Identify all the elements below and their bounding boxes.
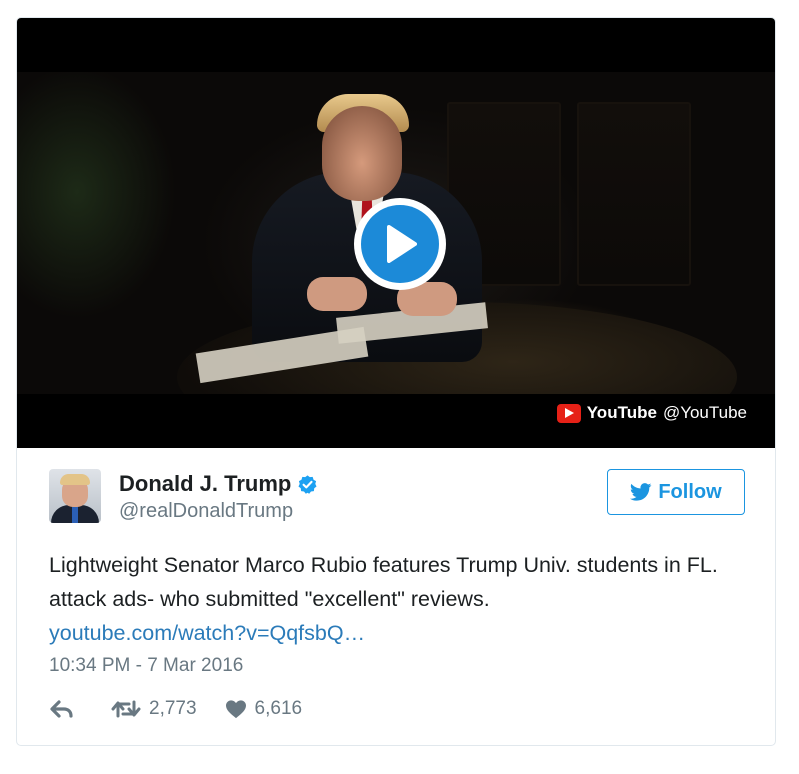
attribution-handle: @YouTube xyxy=(662,403,747,422)
author-display-name[interactable]: Donald J. Trump xyxy=(119,469,318,499)
thumbnail-plant xyxy=(17,72,217,394)
thumbnail-wall-panel xyxy=(577,102,691,286)
tweet-link[interactable]: youtube.com/watch?v=QqfsbQ… xyxy=(49,616,759,650)
author-names: Donald J. Trump @realDonaldTrump xyxy=(119,469,318,523)
tweet-timestamp[interactable]: 10:34 PM - 7 Mar 2016 xyxy=(49,655,243,677)
follow-button-label: Follow xyxy=(658,480,722,503)
author-handle[interactable]: @realDonaldTrump xyxy=(119,499,318,523)
like-count: 6,616 xyxy=(254,698,303,719)
avatar[interactable] xyxy=(49,469,101,523)
play-icon xyxy=(361,205,439,283)
reply-icon xyxy=(50,700,73,718)
thumbnail-head xyxy=(322,106,402,201)
retweet-count: 2,773 xyxy=(149,698,197,719)
video-attribution[interactable]: YouTube @YouTube xyxy=(556,403,747,423)
follow-button[interactable]: Follow xyxy=(607,469,745,515)
like-button[interactable]: 6,616 xyxy=(225,698,303,720)
tweet-actions: 2,773 6,616 xyxy=(49,698,302,720)
heart-icon xyxy=(225,700,246,719)
attribution-source: YouTube xyxy=(586,403,657,422)
embedded-tweet-card: YouTube @YouTube Donald J. Trump @realDo… xyxy=(16,17,776,746)
thumbnail-hand xyxy=(307,277,367,311)
reply-button[interactable] xyxy=(49,699,75,719)
video-player[interactable]: YouTube @YouTube xyxy=(17,18,775,448)
twitter-bird-icon xyxy=(630,483,652,501)
tweet-text: Lightweight Senator Marco Rubio features… xyxy=(49,553,718,611)
verified-badge-icon xyxy=(298,474,317,494)
tweet-body: Lightweight Senator Marco Rubio features… xyxy=(49,548,759,650)
youtube-logo-icon xyxy=(556,403,581,423)
retweet-icon xyxy=(111,700,141,718)
play-button[interactable] xyxy=(354,198,446,290)
retweet-button[interactable]: 2,773 xyxy=(111,698,197,720)
